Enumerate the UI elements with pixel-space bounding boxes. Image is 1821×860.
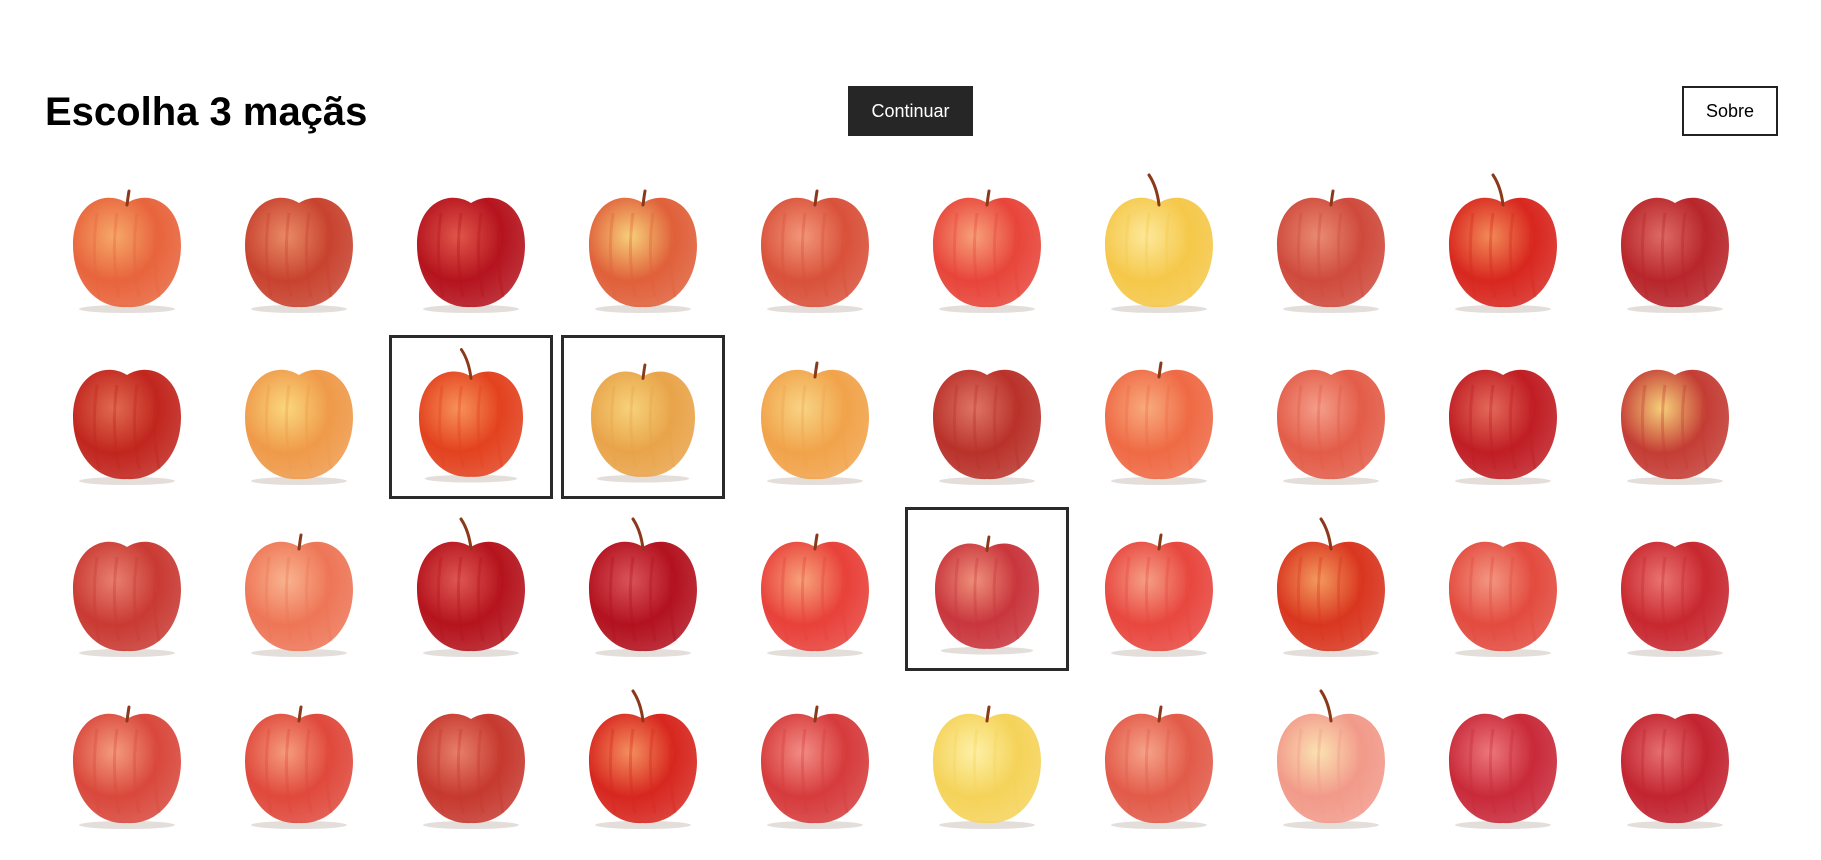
apple-tile[interactable] xyxy=(733,507,897,671)
apple-tile[interactable] xyxy=(1593,163,1757,327)
apple-image xyxy=(417,713,525,829)
apple-tile[interactable] xyxy=(1593,335,1757,499)
apple-tile[interactable] xyxy=(1421,335,1585,499)
apple-tile[interactable] xyxy=(1249,335,1413,499)
apple-tile[interactable] xyxy=(733,335,897,499)
apple-tile[interactable] xyxy=(217,335,381,499)
apple-tile[interactable] xyxy=(1077,335,1241,499)
apple-tile[interactable] xyxy=(1421,163,1585,327)
apple-image xyxy=(589,189,697,313)
apple-image xyxy=(761,533,869,657)
apple-tile[interactable] xyxy=(561,507,725,671)
apple-image xyxy=(1449,541,1557,657)
continue-button[interactable]: Continuar xyxy=(848,86,973,136)
apple-image xyxy=(1277,517,1385,657)
apple-image xyxy=(417,517,525,657)
apple-tile[interactable] xyxy=(561,163,725,327)
apple-image xyxy=(933,369,1041,485)
apple-image xyxy=(1621,369,1729,485)
apple-image xyxy=(1277,689,1385,829)
apple-image xyxy=(73,369,181,485)
apple-image xyxy=(933,189,1041,313)
apple-image xyxy=(933,705,1041,829)
apple-image xyxy=(1277,189,1385,313)
apple-tile[interactable] xyxy=(905,163,1069,327)
apple-tile[interactable] xyxy=(733,163,897,327)
apple-tile[interactable] xyxy=(389,507,553,671)
apple-image xyxy=(245,369,353,485)
apple-image xyxy=(417,197,525,313)
apple-image xyxy=(1621,541,1729,657)
apple-image xyxy=(761,361,869,485)
apple-image xyxy=(1449,713,1557,829)
apple-tile[interactable] xyxy=(1077,679,1241,843)
apple-tile[interactable] xyxy=(1249,679,1413,843)
apple-grid xyxy=(45,163,1775,853)
page-title: Escolha 3 maçãs xyxy=(45,90,368,134)
apple-image xyxy=(418,348,524,483)
apple-tile[interactable] xyxy=(1593,507,1757,671)
apple-image xyxy=(1105,173,1213,313)
apple-tile[interactable] xyxy=(905,507,1069,671)
apple-image xyxy=(1277,369,1385,485)
apple-tile[interactable] xyxy=(905,335,1069,499)
apple-tile[interactable] xyxy=(45,507,209,671)
apple-image xyxy=(1621,713,1729,829)
apple-image xyxy=(934,535,1040,655)
header: Escolha 3 maçãs Continuar Sobre xyxy=(0,0,1821,160)
apple-tile[interactable] xyxy=(1249,163,1413,327)
apple-tile[interactable] xyxy=(1421,679,1585,843)
about-button[interactable]: Sobre xyxy=(1682,86,1778,136)
apple-image xyxy=(589,517,697,657)
apple-image xyxy=(245,705,353,829)
apple-image xyxy=(73,541,181,657)
apple-tile[interactable] xyxy=(217,507,381,671)
apple-image xyxy=(245,533,353,657)
apple-tile[interactable] xyxy=(45,679,209,843)
apple-image xyxy=(589,689,697,829)
apple-image xyxy=(245,197,353,313)
apple-tile[interactable] xyxy=(389,163,553,327)
apple-image xyxy=(73,189,181,313)
apple-tile[interactable] xyxy=(733,679,897,843)
apple-tile[interactable] xyxy=(1593,679,1757,843)
apple-tile[interactable] xyxy=(389,679,553,843)
apple-image xyxy=(1621,197,1729,313)
apple-image xyxy=(1449,173,1557,313)
apple-image xyxy=(73,705,181,829)
apple-image xyxy=(1105,533,1213,657)
apple-tile[interactable] xyxy=(561,335,725,499)
apple-tile[interactable] xyxy=(1421,507,1585,671)
apple-tile[interactable] xyxy=(45,163,209,327)
apple-image xyxy=(1449,369,1557,485)
apple-tile[interactable] xyxy=(217,163,381,327)
apple-image xyxy=(1105,361,1213,485)
apple-tile[interactable] xyxy=(1249,507,1413,671)
apple-tile[interactable] xyxy=(45,335,209,499)
apple-tile[interactable] xyxy=(561,679,725,843)
apple-tile[interactable] xyxy=(389,335,553,499)
apple-tile[interactable] xyxy=(1077,163,1241,327)
apple-image xyxy=(1105,705,1213,829)
apple-image xyxy=(590,363,696,483)
apple-tile[interactable] xyxy=(1077,507,1241,671)
apple-tile[interactable] xyxy=(905,679,1069,843)
apple-image xyxy=(761,189,869,313)
apple-image xyxy=(761,705,869,829)
apple-tile[interactable] xyxy=(217,679,381,843)
